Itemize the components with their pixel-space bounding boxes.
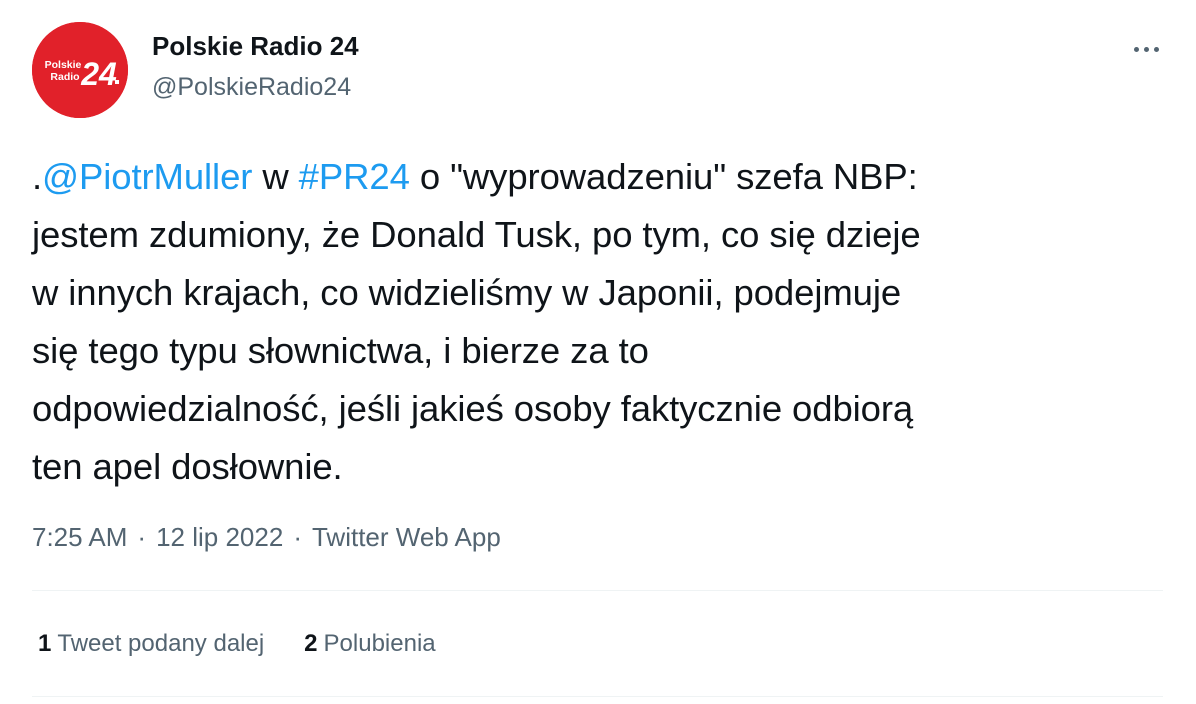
tweet-text-line-5: odpowiedzialność, jeśli jakieś osoby fak… [32, 388, 914, 429]
likes-stat[interactable]: 2 Polubienia [304, 630, 435, 658]
tweet-text-mid: w [252, 156, 299, 197]
likes-label: Polubienia [323, 630, 436, 657]
divider [32, 696, 1163, 697]
tweet-stats: 1 Tweet podany dalej 2 Polubienia [38, 630, 476, 658]
mention-link[interactable]: @PiotrMuller [42, 156, 252, 197]
tweet-text: .@PiotrMuller w #PR24 o "wyprowadzeniu" … [32, 148, 1172, 496]
polskie-radio-24-logo: Polskie Radio 24 [32, 22, 128, 118]
hashtag-link[interactable]: #PR24 [299, 156, 410, 197]
meta-separator: · [293, 522, 302, 552]
logo-dot [115, 80, 119, 84]
logo-text-radio: Radio [50, 71, 79, 83]
avatar[interactable]: Polskie Radio 24 [32, 22, 128, 118]
tweet-text-line-6: ten apel dosłownie. [32, 446, 343, 487]
tweet-source[interactable]: Twitter Web App [312, 522, 501, 552]
account-handle[interactable]: @PolskieRadio24 [152, 73, 351, 102]
more-options-button[interactable] [1124, 32, 1168, 66]
retweets-label: Tweet podany dalej [57, 630, 265, 657]
tweet-text-line-1: .@PiotrMuller w #PR24 o "wyprowadzeniu" … [32, 148, 1172, 206]
likes-count: 2 [304, 630, 318, 657]
logo-number: 24 [80, 56, 117, 92]
more-horizontal-icon [1131, 46, 1161, 52]
account-name[interactable]: Polskie Radio 24 [152, 31, 359, 62]
tweet-metadata: 7:25 AM · 12 lip 2022 · Twitter Web App [32, 522, 501, 553]
tweet-text-line-2: jestem zdumiony, że Donald Tusk, po tym,… [32, 214, 921, 255]
tweet-text-line-4: się tego typu słownictwa, i bierze za to [32, 330, 649, 371]
tweet-text-line-3: w innych krajach, co widzieliśmy w Japon… [32, 272, 902, 313]
logo-text-polskie: Polskie [45, 59, 82, 71]
tweet-card: Polskie Radio 24 Polskie Radio 24 @Polsk… [0, 0, 1196, 704]
tweet-text-rest: o "wyprowadzeniu" szefa NBP: [409, 156, 918, 197]
divider [32, 590, 1163, 591]
retweets-stat[interactable]: 1 Tweet podany dalej [38, 630, 264, 658]
tweet-text-prefix: . [32, 156, 43, 197]
retweets-count: 1 [38, 630, 52, 657]
tweet-date[interactable]: 12 lip 2022 [156, 522, 283, 552]
meta-separator: · [137, 522, 147, 552]
tweet-time[interactable]: 7:25 AM [32, 522, 127, 552]
